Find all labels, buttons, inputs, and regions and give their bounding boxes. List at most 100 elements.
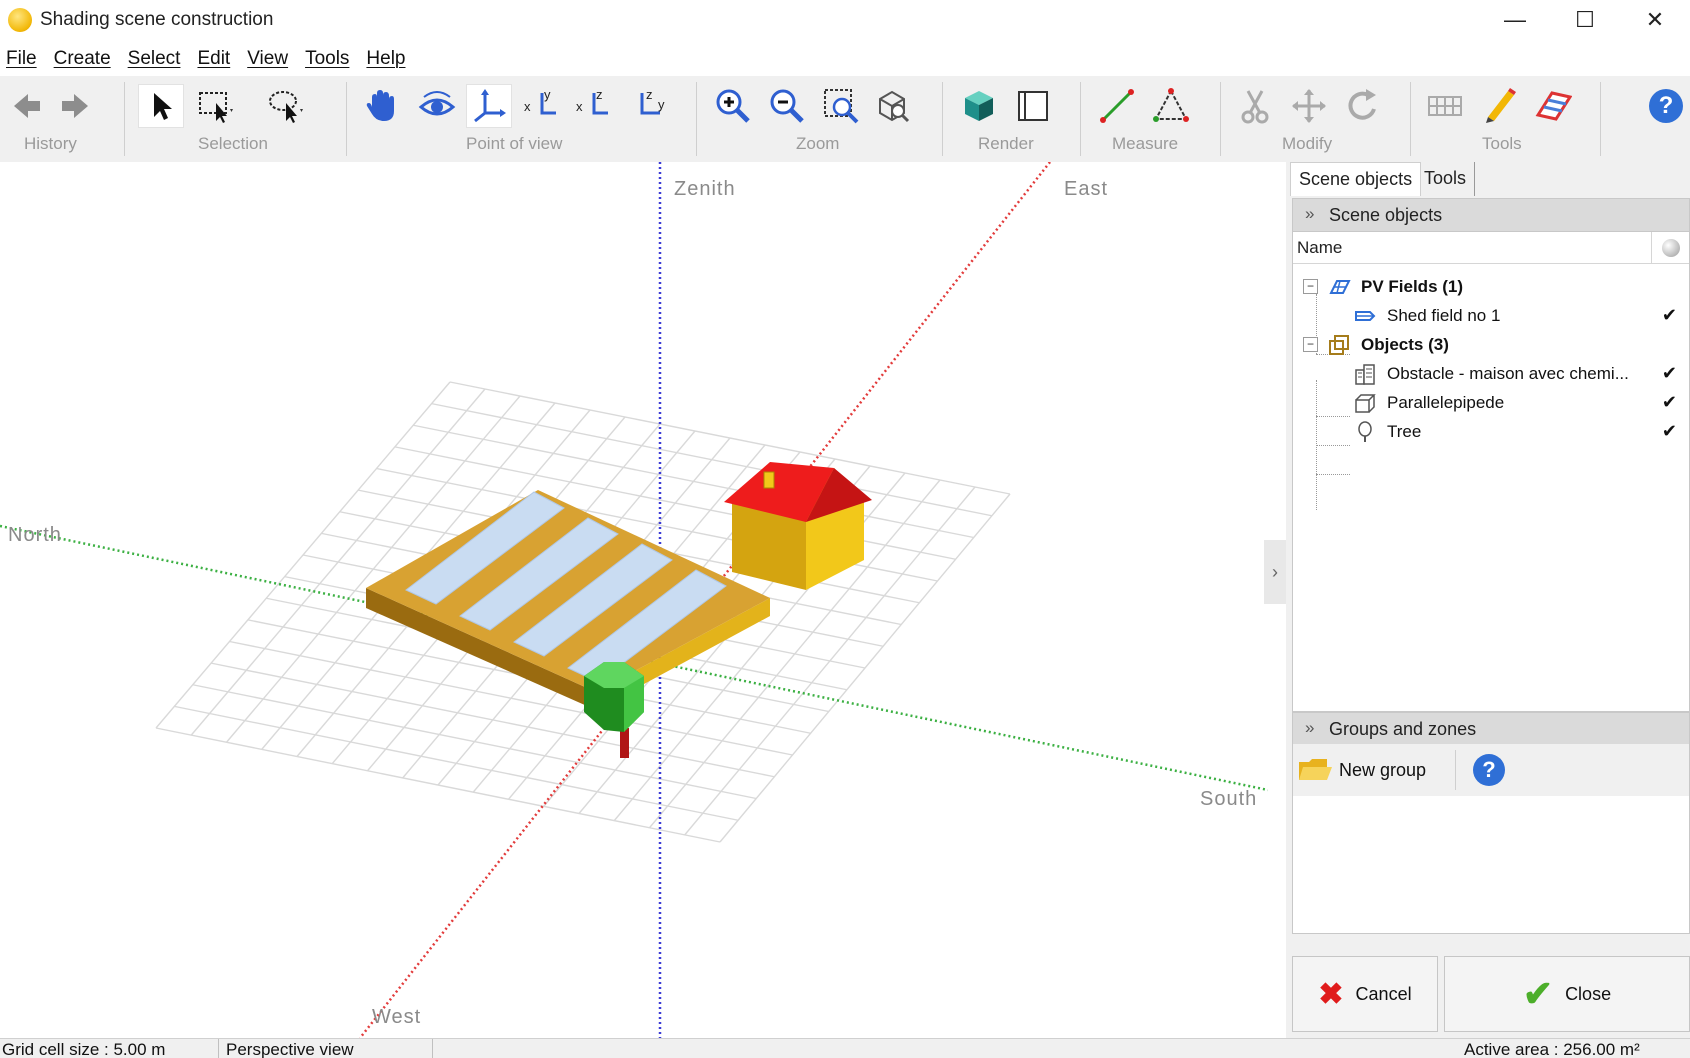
pv-field-icon [1329,280,1351,294]
visibility-sphere-icon [1661,238,1680,257]
eraser-icon [1535,91,1572,121]
name-column-header[interactable]: Name [1297,238,1342,258]
rectangle-select-icon [199,92,233,123]
menu-create[interactable]: Create [48,44,122,76]
expander-toggle[interactable]: − [1303,279,1318,294]
tree-node-tree[interactable]: Tree ✔ [1293,417,1689,446]
groups-zones-panel: New group ? [1292,744,1690,934]
tree-node-objects[interactable]: − Objects (3) [1293,330,1689,359]
window-title: Shading scene construction [40,9,274,30]
view-top-button[interactable]: xy [518,84,564,128]
grid-tool-button[interactable] [1422,84,1468,128]
render-solid-button[interactable] [956,84,1002,128]
select-pointer-button[interactable] [138,84,184,128]
groups-help-button[interactable]: ? [1473,754,1505,786]
toolbar-separator [942,82,943,156]
measure-line-icon [1100,89,1134,123]
tree-obstacle[interactable] [584,662,644,758]
menu-tools[interactable]: Tools [299,44,360,76]
view-front-button[interactable]: xz [570,84,616,128]
tree-node-label: Tree [1387,422,1422,441]
rotate-button[interactable] [1340,84,1386,128]
menu-edit[interactable]: Edit [191,44,241,76]
view-side-button[interactable]: zy [626,84,672,128]
tree-node-shed-field[interactable]: Shed field no 1 ✔ [1293,301,1689,330]
panel-tabs: Scene objects Tools [1286,162,1690,196]
menu-select[interactable]: Select [122,44,192,76]
menu-file[interactable]: File [0,44,48,76]
edit-tool-button[interactable] [1476,84,1522,128]
zoom-window-button[interactable] [818,84,864,128]
move-arrows-icon [1292,89,1326,123]
rectangle-select-button[interactable] [192,84,238,128]
tree-node-parallelepipede[interactable]: Parallelepipede ✔ [1293,388,1689,417]
panel-collapse-handle[interactable]: › [1264,540,1286,604]
measure-angle-button[interactable] [1148,84,1194,128]
arrow-left-icon [14,94,40,118]
zoom-in-icon [716,89,750,123]
menu-view[interactable]: View [241,44,299,76]
move-button[interactable] [1286,84,1332,128]
new-group-button[interactable]: New group [1297,750,1447,790]
collapse-chevron-icon: » [1305,204,1315,223]
zoom-in-button[interactable] [710,84,756,128]
view-mode-status: Perspective view [226,1040,354,1058]
grid-icon [1428,96,1462,116]
scene-viewport[interactable]: Zenith East North South West [0,162,1268,1038]
menu-help[interactable]: Help [360,44,416,76]
pv-shed-field[interactable] [366,490,770,710]
redo-button[interactable] [52,84,98,128]
zoom-group-label: Zoom [796,134,840,153]
eraser-tool-button[interactable] [1530,84,1576,128]
groups-zones-header[interactable]: » Groups and zones [1292,712,1690,746]
undo-button[interactable] [4,84,50,128]
visibility-column-header[interactable] [1651,232,1689,263]
toolbar: History Selection xy xz zy Point of view [0,76,1690,162]
tree-node-pv-fields[interactable]: − PV Fields (1) [1293,272,1689,301]
close-window-button[interactable]: ✕ [1620,0,1690,40]
cancel-button[interactable]: ✖ Cancel [1292,956,1438,1032]
tree-node-obstacle-house[interactable]: Obstacle - maison avec chemi... ✔ [1293,359,1689,388]
visibility-checkmark[interactable]: ✔ [1662,363,1677,384]
active-area-status: Active area : 256.00 m² [1464,1040,1640,1058]
view-perspective-button[interactable] [466,84,512,128]
toolbar-separator [1220,82,1221,156]
shed-field-icon [1355,311,1376,321]
help-button[interactable]: ? [1646,84,1686,128]
box-icon [1355,394,1376,413]
lasso-select-button[interactable] [262,84,308,128]
tree-node-label: Objects (3) [1361,335,1449,354]
grid-cell-size-status: Grid cell size : 5.00 m [2,1040,166,1058]
zoom-extents-button[interactable] [870,84,916,128]
app-sun-icon [8,8,32,32]
render-group-label: Render [978,134,1034,153]
minimize-button[interactable]: — [1480,0,1550,40]
toolbar-separator [1600,82,1601,156]
measure-distance-button[interactable] [1094,84,1140,128]
scene-objects-header[interactable]: » Scene objects [1292,198,1690,232]
tree-icon [1358,421,1372,442]
tab-scene-objects[interactable]: Scene objects [1290,162,1422,196]
orbit-eye-icon [418,91,456,116]
toolbar-separator [124,82,125,156]
maximize-button[interactable]: ☐ [1550,0,1620,40]
house-obstacle[interactable] [724,462,872,590]
status-bar: Grid cell size : 5.00 m Perspective view… [0,1038,1690,1058]
cut-button[interactable] [1232,84,1278,128]
measure-group-label: Measure [1112,134,1179,153]
svg-text:z: z [596,87,603,102]
expander-toggle[interactable]: − [1303,337,1318,352]
tab-tools[interactable]: Tools [1416,162,1476,196]
scene-canvas[interactable] [0,162,1268,1038]
zoom-out-button[interactable] [764,84,810,128]
visibility-checkmark[interactable]: ✔ [1662,305,1677,326]
close-button[interactable]: ✔ Close [1444,956,1690,1032]
visibility-checkmark[interactable]: ✔ [1662,392,1677,413]
south-label: South [1200,788,1258,810]
orbit-button[interactable] [414,84,460,128]
visibility-checkmark[interactable]: ✔ [1662,421,1677,442]
status-separator [432,1039,433,1058]
pan-button[interactable] [358,84,404,128]
axes-top-icon: xy [524,87,556,115]
render-wireframe-button[interactable] [1010,84,1056,128]
